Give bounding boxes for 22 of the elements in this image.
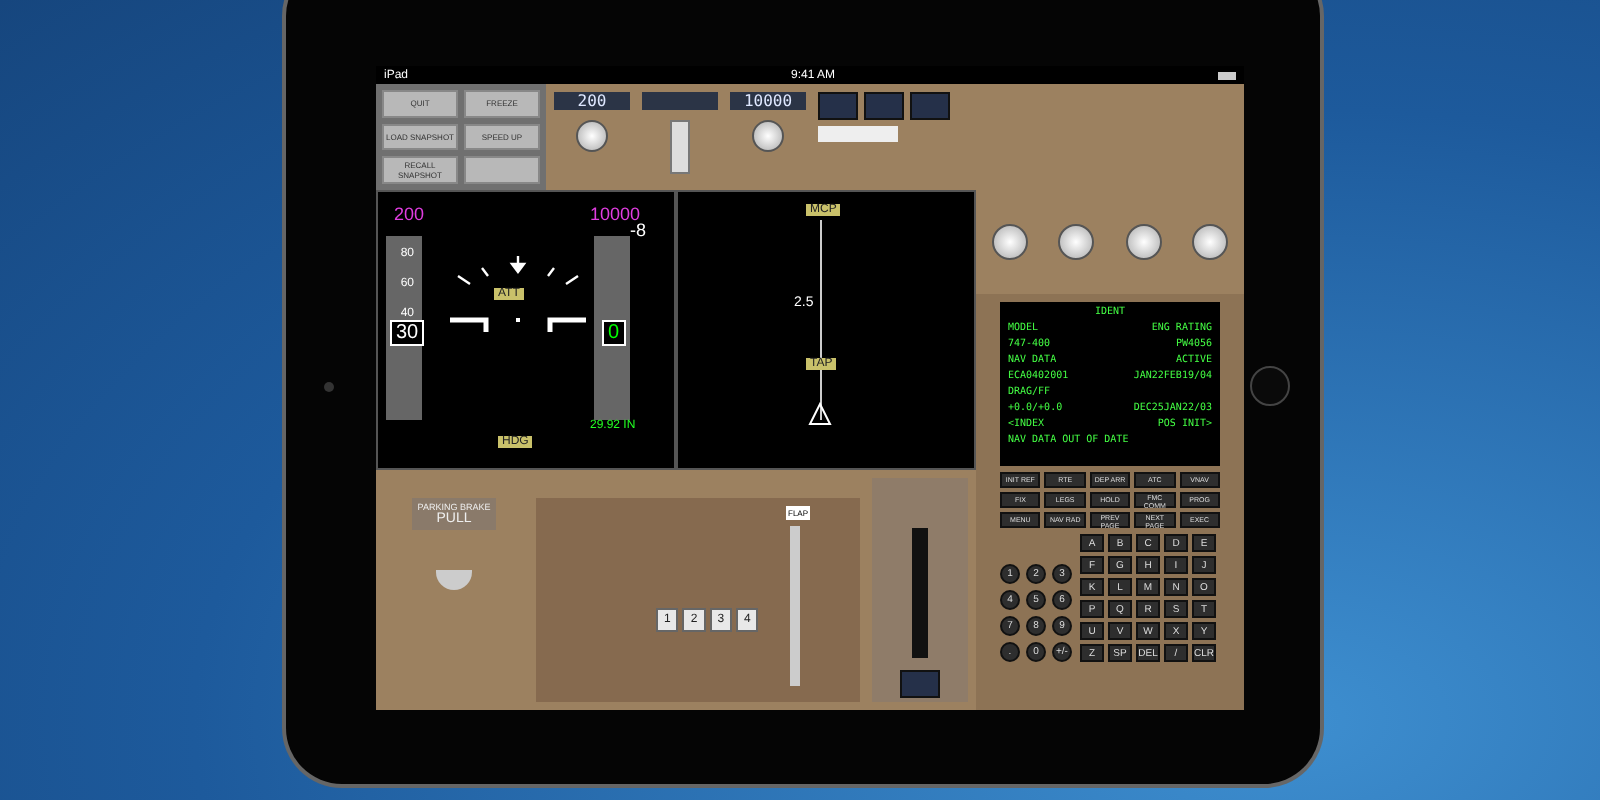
altitude-knob[interactable]: [752, 120, 784, 152]
speed-readout: 30: [390, 320, 425, 346]
speed-display: 200: [554, 92, 630, 110]
brake-handle[interactable]: [436, 570, 472, 590]
vertical-speed: -8: [630, 220, 647, 240]
selected-altitude: 10000: [590, 204, 641, 224]
lever-track: [912, 528, 928, 658]
battery-icon: [1218, 71, 1236, 79]
placard: [818, 126, 898, 142]
rotary-knob[interactable]: [1058, 224, 1095, 260]
altitude-readout: 0: [602, 320, 626, 346]
rotary-knob[interactable]: [1192, 224, 1229, 260]
rotary-knob[interactable]: [991, 224, 1028, 260]
home-button[interactable]: [1250, 366, 1290, 406]
altitude-display: 10000: [730, 92, 806, 110]
sim-button[interactable]: [464, 156, 540, 184]
rotary-knob[interactable]: [1125, 224, 1162, 260]
heading-display: [642, 92, 718, 110]
selected-speed: 200: [394, 204, 425, 224]
speed-knob[interactable]: [576, 120, 608, 152]
aircraft-triangle-icon: [808, 402, 832, 426]
camera-icon: [324, 382, 334, 392]
